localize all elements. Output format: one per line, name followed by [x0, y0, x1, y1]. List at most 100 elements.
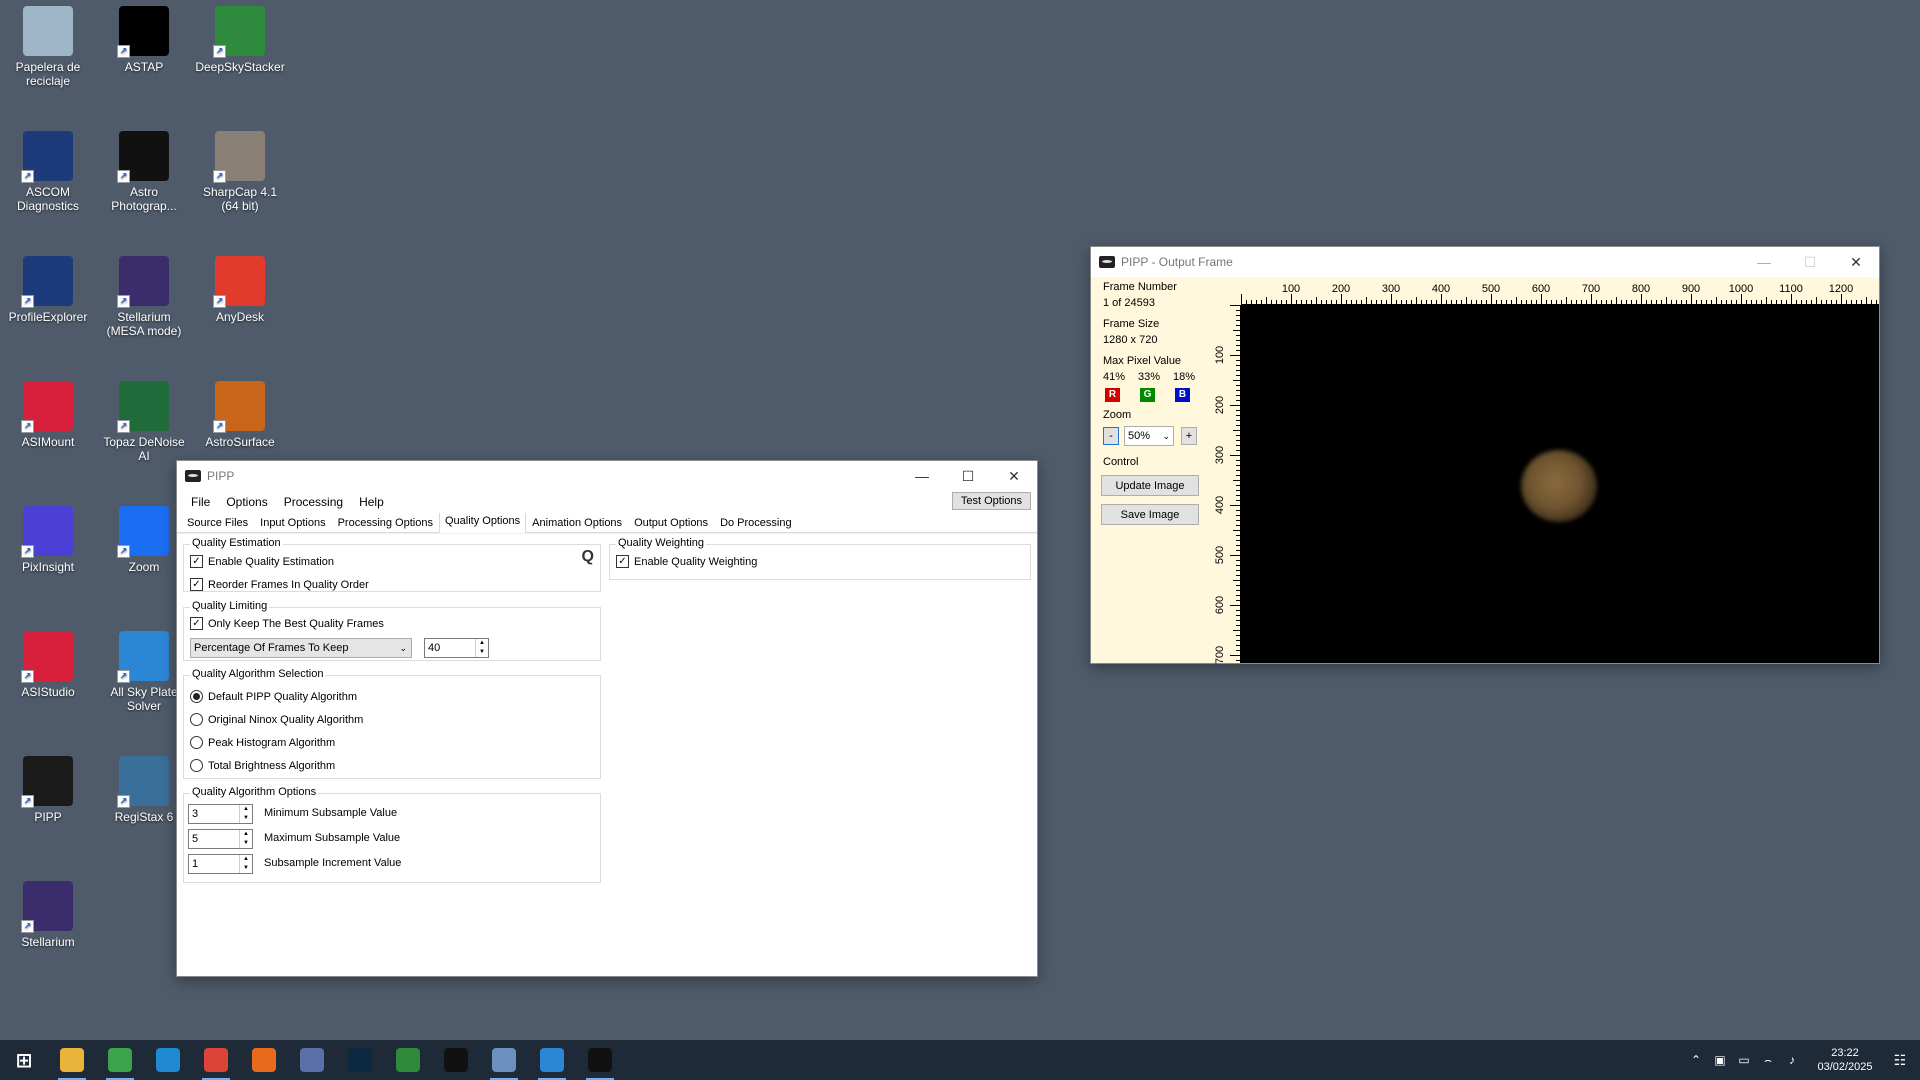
enable-quality-estimation-row[interactable]: ✓ Enable Quality Estimation [190, 555, 334, 568]
min-subsample-stepper[interactable]: 3 ▲ ▼ [188, 804, 253, 824]
max-subsample-stepper[interactable]: 5 ▲ ▼ [188, 829, 253, 849]
stepper-arrows-icon[interactable]: ▲ ▼ [475, 639, 488, 657]
enable-quality-weighting-row[interactable]: ✓ Enable Quality Weighting [616, 555, 757, 568]
only-keep-best-row[interactable]: ✓ Only Keep The Best Quality Frames [190, 617, 384, 630]
desktop-shortcut[interactable]: ↗ AstroSurface [194, 381, 286, 449]
stepper-arrows-icon[interactable]: ▲ ▼ [239, 855, 252, 873]
tab-input-options[interactable]: Input Options [254, 513, 331, 532]
algorithm-option-default[interactable]: Default PIPP Quality Algorithm [190, 690, 357, 703]
close-icon[interactable]: ✕ [991, 461, 1037, 491]
max-subsample-value[interactable]: 5 [189, 833, 239, 845]
minimize-icon[interactable]: — [899, 461, 945, 491]
ruler-tick-mark [1236, 535, 1240, 536]
taskbar-button[interactable] [144, 1040, 192, 1080]
keep-percentage-value[interactable]: 40 [425, 642, 475, 654]
taskbar-button[interactable] [192, 1040, 240, 1080]
zoom-in-button[interactable]: + [1181, 427, 1197, 445]
ruler-tick-mark [1230, 505, 1240, 506]
subsample-increment-stepper[interactable]: 1 ▲ ▼ [188, 854, 253, 874]
subsample-increment-label: Subsample Increment Value [264, 857, 402, 869]
algorithm-ninox-radio[interactable] [190, 713, 203, 726]
desktop-shortcut[interactable]: ↗ Stellarium [2, 881, 94, 949]
desktop-shortcut[interactable]: Papelera de reciclaje [2, 6, 94, 88]
taskbar-button[interactable] [384, 1040, 432, 1080]
desktop-shortcut[interactable]: ↗ SharpCap 4.1 (64 bit) [194, 131, 286, 213]
red-channel-button[interactable]: R [1105, 388, 1120, 402]
tab-quality-options[interactable]: Quality Options [438, 511, 527, 533]
save-image-button[interactable]: Save Image [1101, 504, 1199, 525]
stepper-arrows-icon[interactable]: ▲ ▼ [239, 805, 252, 823]
blue-channel-button[interactable]: B [1175, 388, 1190, 402]
algorithm-peak-radio[interactable] [190, 736, 203, 749]
update-image-button[interactable]: Update Image [1101, 475, 1199, 496]
taskbar-button[interactable] [240, 1040, 288, 1080]
output-frame-image[interactable] [1241, 305, 1879, 663]
tab-do-processing[interactable]: Do Processing [714, 513, 798, 532]
output-title-bar[interactable]: PIPP - Output Frame — ☐ ✕ [1091, 247, 1879, 277]
menu-help[interactable]: Help [351, 495, 392, 509]
desktop-shortcut[interactable]: ↗ Topaz DeNoise AI [98, 381, 190, 463]
desktop-shortcut[interactable]: ↗ ASCOM Diagnostics [2, 131, 94, 213]
algorithm-option-peak[interactable]: Peak Histogram Algorithm [190, 736, 335, 749]
minimize-icon[interactable]: — [1741, 247, 1787, 277]
algorithm-default-radio[interactable] [190, 690, 203, 703]
desktop-shortcut[interactable]: ↗ PIPP [2, 756, 94, 824]
desktop-shortcut[interactable]: ↗ PixInsight [2, 506, 94, 574]
notifications-icon[interactable]: ☷ [1880, 1052, 1920, 1069]
ruler-tick-mark [1351, 300, 1352, 304]
desktop-shortcut[interactable]: ↗ Astro Photograp... [98, 131, 190, 213]
tab-source-files[interactable]: Source Files [181, 513, 254, 532]
green-channel-button[interactable]: G [1140, 388, 1155, 402]
taskbar-button[interactable] [432, 1040, 480, 1080]
tab-animation-options[interactable]: Animation Options [526, 513, 628, 532]
device-icon[interactable]: ▣ [1708, 1053, 1732, 1067]
enable-quality-weighting-checkbox[interactable]: ✓ [616, 555, 629, 568]
algorithm-brightness-radio[interactable] [190, 759, 203, 772]
enable-quality-estimation-checkbox[interactable]: ✓ [190, 555, 203, 568]
min-subsample-value[interactable]: 3 [189, 808, 239, 820]
taskbar-button[interactable] [48, 1040, 96, 1080]
taskbar-button[interactable] [576, 1040, 624, 1080]
subsample-increment-value[interactable]: 1 [189, 858, 239, 870]
desktop-shortcut[interactable]: ↗ ASTAP [98, 6, 190, 74]
reorder-frames-row[interactable]: ✓ Reorder Frames In Quality Order [190, 578, 369, 591]
menu-processing[interactable]: Processing [276, 495, 351, 509]
menu-file[interactable]: File [183, 495, 218, 509]
zoom-out-button[interactable]: - [1103, 427, 1119, 445]
pipp-title-bar[interactable]: PIPP — ☐ ✕ [177, 461, 1037, 491]
taskbar-button[interactable] [480, 1040, 528, 1080]
taskbar-button[interactable] [288, 1040, 336, 1080]
ruler-tick-mark [1866, 297, 1867, 304]
test-options-button[interactable]: Test Options [951, 492, 1031, 510]
wifi-icon[interactable]: ⌢ [1756, 1053, 1780, 1068]
tab-processing-options[interactable]: Processing Options [332, 513, 439, 532]
close-icon[interactable]: ✕ [1833, 247, 1879, 277]
chevron-up-icon[interactable]: ⌃ [1684, 1053, 1708, 1067]
desktop-shortcut[interactable]: ↗ AnyDesk [194, 256, 286, 324]
taskbar-button[interactable] [336, 1040, 384, 1080]
tab-output-options[interactable]: Output Options [628, 513, 714, 532]
desktop-shortcut[interactable]: ↗ DeepSkyStacker [194, 6, 286, 74]
desktop-shortcut[interactable]: ↗ Stellarium (MESA mode) [98, 256, 190, 338]
taskbar-button[interactable] [96, 1040, 144, 1080]
battery-icon[interactable]: ▭ [1732, 1053, 1756, 1067]
desktop-shortcut[interactable]: ↗ ProfileExplorer [2, 256, 94, 324]
maximize-icon[interactable]: ☐ [945, 461, 991, 491]
algorithm-option-brightness[interactable]: Total Brightness Algorithm [190, 759, 335, 772]
taskbar-button[interactable] [528, 1040, 576, 1080]
menu-options[interactable]: Options [218, 495, 275, 509]
only-keep-best-checkbox[interactable]: ✓ [190, 617, 203, 630]
volume-icon[interactable]: ♪ [1780, 1053, 1804, 1067]
zoom-select[interactable]: 50% ⌄ [1124, 426, 1174, 446]
desktop-shortcut[interactable]: ↗ ASIMount [2, 381, 94, 449]
stepper-arrows-icon[interactable]: ▲ ▼ [239, 830, 252, 848]
keep-percentage-stepper[interactable]: 40 ▲ ▼ [424, 638, 489, 658]
desktop-shortcut[interactable]: ↗ ASIStudio [2, 631, 94, 699]
reorder-frames-checkbox[interactable]: ✓ [190, 578, 203, 591]
keep-mode-select[interactable]: Percentage Of Frames To Keep ⌄ [190, 638, 412, 658]
shortcut-arrow-icon: ↗ [117, 170, 130, 183]
taskbar-button[interactable]: ⊞ [0, 1040, 48, 1080]
algorithm-option-ninox[interactable]: Original Ninox Quality Algorithm [190, 713, 363, 726]
maximize-icon[interactable]: ☐ [1787, 247, 1833, 277]
clock[interactable]: 23:22 03/02/2025 [1810, 1046, 1880, 1074]
